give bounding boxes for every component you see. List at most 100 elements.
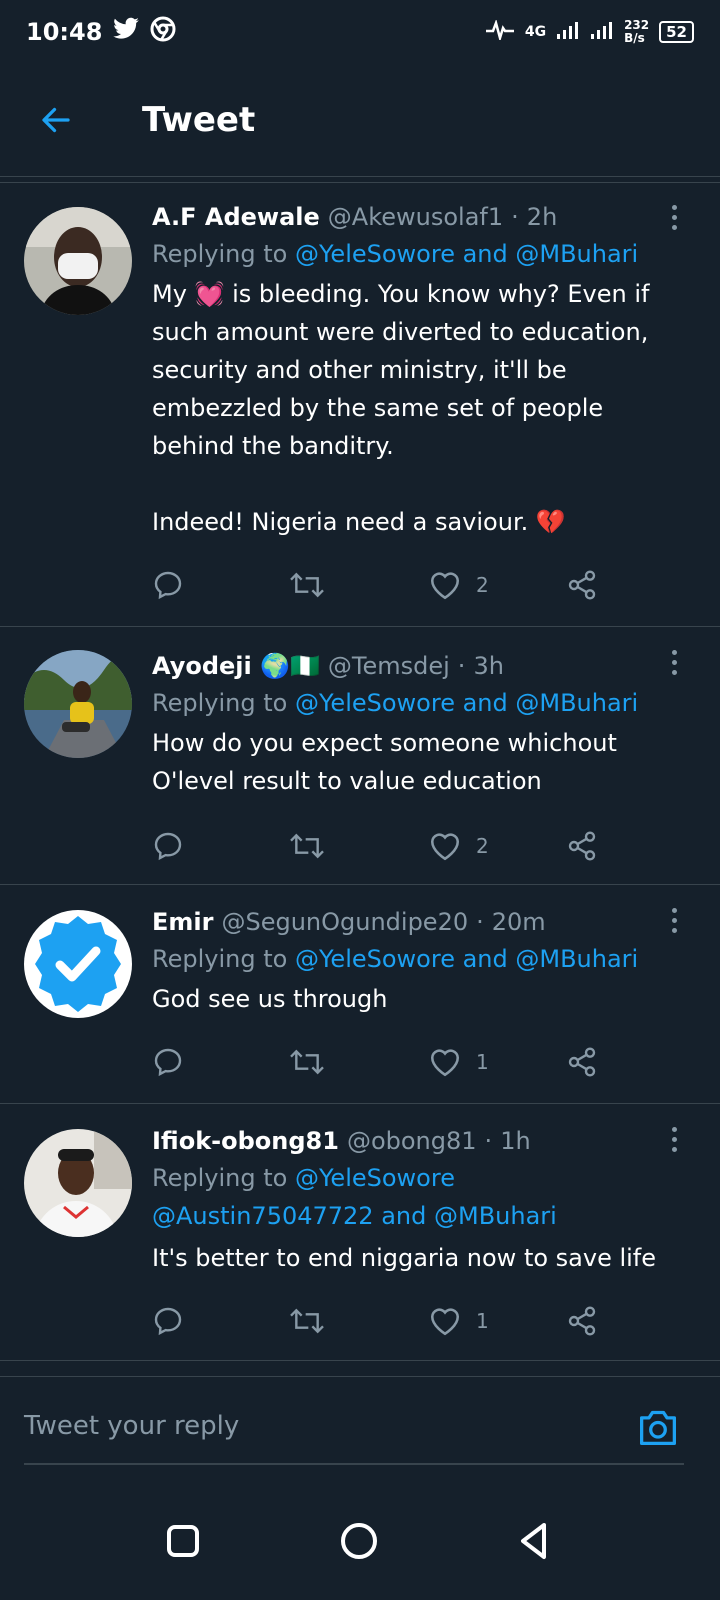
- retweet-button[interactable]: [288, 569, 326, 601]
- reply-button[interactable]: [152, 830, 184, 862]
- reply-underline: [24, 1463, 684, 1465]
- reply-button[interactable]: [152, 569, 184, 601]
- status-bar: 10:48 4G 232 B/s 52: [0, 0, 720, 64]
- tweet-text: My 💓 is bleeding. You know why? Even if …: [152, 280, 658, 460]
- retweet-icon: [290, 833, 324, 859]
- tweet-actions: 2: [152, 826, 690, 866]
- avatar[interactable]: [24, 650, 132, 758]
- reply-input[interactable]: Tweet your reply: [24, 1397, 604, 1455]
- twitter-bird-icon: [112, 17, 140, 47]
- triangle-back-icon: [521, 1523, 546, 1559]
- user-name[interactable]: Ayodeji 🌍🇳🇬: [152, 648, 320, 684]
- share-button[interactable]: [566, 569, 598, 601]
- retweet-button[interactable]: [288, 1305, 326, 1337]
- tweet-item[interactable]: Ifiok-obong81 @obong81 · 1h Replying to …: [0, 1105, 720, 1361]
- back-arrow-icon: [42, 107, 70, 133]
- tweet-time: 20m: [491, 908, 546, 936]
- back-nav-button[interactable]: [510, 1516, 560, 1566]
- signal-icon-2: [590, 20, 614, 44]
- status-time: 10:48: [26, 18, 103, 46]
- share-icon: [568, 1047, 596, 1077]
- activity-icon: [485, 18, 515, 44]
- like-count: 2: [476, 834, 489, 858]
- replying-to: Replying to @YeleSowore and @MBuhari: [152, 240, 639, 268]
- separator-dot: ·: [511, 203, 519, 231]
- heart-icon: [430, 572, 460, 600]
- page-title: Tweet: [142, 100, 256, 140]
- square-icon: [167, 1525, 199, 1557]
- user-name[interactable]: A.F Adewale: [152, 199, 320, 235]
- tweet-actions: 1: [152, 1042, 690, 1082]
- like-button[interactable]: 1: [428, 1305, 489, 1337]
- retweet-button[interactable]: [288, 1046, 326, 1078]
- tweet-actions: 2: [152, 565, 690, 605]
- reply-button[interactable]: [152, 1046, 184, 1078]
- signal-icon: [556, 20, 580, 44]
- separator-dot: ·: [457, 652, 466, 680]
- tweet-item[interactable]: Emir @SegunOgundipe20 · 20m Replying to …: [0, 886, 720, 1104]
- back-button[interactable]: [26, 90, 86, 150]
- camera-button[interactable]: [636, 1407, 680, 1451]
- like-button[interactable]: 2: [428, 830, 489, 862]
- avatar[interactable]: [24, 910, 132, 1018]
- tweet-time: 3h: [473, 652, 504, 680]
- replying-to: Replying to @YeleSowore @Austin75047722 …: [152, 1164, 557, 1230]
- user-name[interactable]: Emir: [152, 904, 213, 940]
- tweet-item[interactable]: Ayodeji 🌍🇳🇬 @Temsdej · 3h Replying to @Y…: [0, 628, 720, 885]
- tweet-text-2: Indeed! Nigeria need a saviour. 💔: [152, 508, 566, 536]
- reply-icon: [154, 1307, 182, 1336]
- reply-button[interactable]: [152, 1305, 184, 1337]
- separator-dot: ·: [484, 1127, 493, 1155]
- camera-icon: [640, 1410, 676, 1445]
- share-button[interactable]: [566, 1046, 598, 1078]
- mention-links[interactable]: @Austin75047722 and @MBuhari: [152, 1202, 557, 1230]
- retweet-icon: [290, 1049, 324, 1075]
- reply-icon: [154, 832, 182, 861]
- mention-links[interactable]: @YeleSowore and @MBuhari: [295, 689, 638, 717]
- battery-level: 52: [659, 21, 694, 43]
- retweet-button[interactable]: [288, 830, 326, 862]
- separator-dot: ·: [476, 908, 484, 936]
- user-handle[interactable]: @obong81: [347, 1123, 477, 1159]
- avatar[interactable]: [24, 207, 132, 315]
- heart-icon: [430, 1308, 460, 1336]
- avatar[interactable]: [24, 1129, 132, 1237]
- network-type: 4G: [524, 24, 547, 40]
- broken-heart-emoji-icon: 💔: [535, 508, 566, 536]
- tweet-text: God see us through: [152, 985, 388, 1013]
- tweet-text: How do you expect someone whichout O'lev…: [152, 729, 625, 795]
- like-count: 2: [476, 573, 489, 597]
- mention-links[interactable]: @YeleSowore and @MBuhari: [295, 945, 638, 973]
- share-icon: [568, 831, 596, 861]
- user-handle[interactable]: @Akewusolaf1: [328, 199, 503, 235]
- user-handle[interactable]: @Temsdej: [328, 648, 450, 684]
- system-nav-bar: [0, 1484, 720, 1600]
- user-name[interactable]: Ifiok-obong81: [152, 1123, 339, 1159]
- reply-icon: [154, 571, 182, 600]
- recent-apps-button[interactable]: [158, 1516, 208, 1566]
- heart-icon: [430, 1049, 460, 1077]
- tweet-time: 2h: [526, 203, 558, 231]
- app-bar: Tweet: [0, 64, 720, 177]
- circle-icon: [341, 1523, 377, 1559]
- network-speed: 232 B/s: [624, 18, 650, 45]
- mention-link-1[interactable]: @YeleSowore: [295, 1164, 455, 1192]
- tweet-item[interactable]: A.F Adewale @Akewusolaf1 · 2h Replying t…: [0, 183, 720, 627]
- tweet-time: 1h: [500, 1127, 531, 1155]
- like-count: 1: [476, 1050, 489, 1074]
- user-handle[interactable]: @SegunOgundipe20: [221, 904, 468, 940]
- replying-to: Replying to @YeleSowore and @MBuhari: [152, 945, 639, 973]
- heart-emoji-icon: 💓: [194, 280, 225, 308]
- like-count: 1: [476, 1309, 489, 1333]
- mention-links[interactable]: @YeleSowore and @MBuhari: [295, 240, 638, 268]
- like-button[interactable]: 1: [428, 1046, 489, 1078]
- share-button[interactable]: [566, 830, 598, 862]
- share-button[interactable]: [566, 1305, 598, 1337]
- home-button[interactable]: [334, 1516, 384, 1566]
- replying-to: Replying to @YeleSowore and @MBuhari: [152, 689, 639, 717]
- share-icon: [568, 570, 596, 600]
- like-button[interactable]: 2: [428, 569, 489, 601]
- retweet-icon: [290, 1308, 324, 1334]
- reply-bar: Tweet your reply: [0, 1376, 720, 1477]
- heart-icon: [430, 833, 460, 861]
